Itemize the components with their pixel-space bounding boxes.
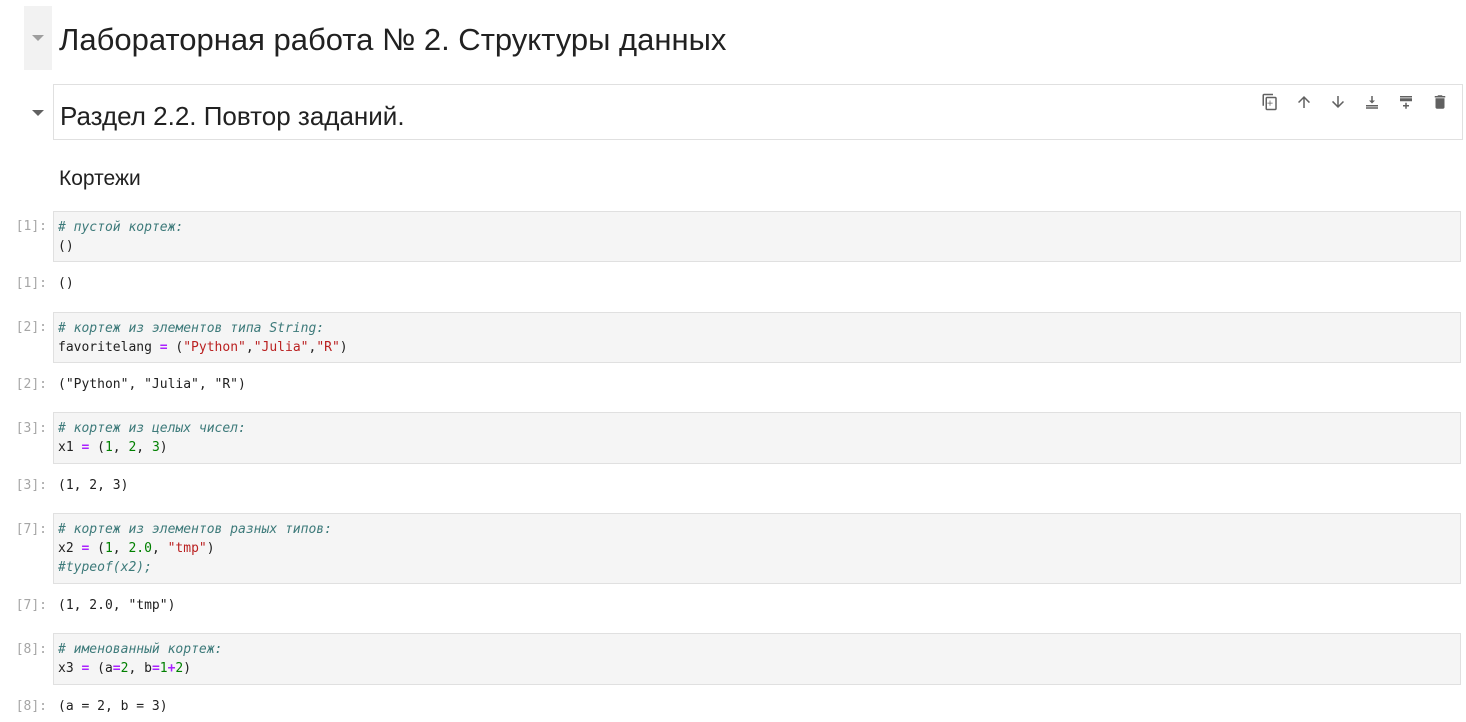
move-cell-down-button[interactable] <box>1328 91 1348 113</box>
duplicate-icon <box>1262 93 1277 111</box>
code-line: favoritelang = ("Python","Julia","R") <box>58 340 348 355</box>
duplicate-cell-button[interactable] <box>1260 91 1280 113</box>
notebook-title: Лабораторная работа № 2. Структуры данны… <box>59 22 727 57</box>
insert-below-icon <box>1366 96 1378 109</box>
code-cell[interactable]: # кортеж из целых чисел: x1 = (1, 2, 3) <box>53 412 1461 464</box>
delete-cell-button[interactable] <box>1430 91 1450 113</box>
code-cell[interactable]: # кортеж из элементов разных типов: x2 =… <box>53 513 1461 584</box>
code-comment: #typeof(x2); <box>58 560 152 575</box>
code-line: x1 = (1, 2, 3) <box>58 440 168 455</box>
caret-down-icon <box>32 110 44 116</box>
arrow-down-icon <box>1332 96 1344 108</box>
code-line: # пустой кортеж: <box>58 218 1456 237</box>
code-comment: # кортеж из элементов типа String: <box>58 321 325 336</box>
insert-cell-below-button[interactable] <box>1362 91 1382 113</box>
cell-output: (1, 2.0, "tmp") <box>58 598 176 613</box>
code-line: () <box>58 239 74 254</box>
output-prompt: [7]: <box>15 598 47 613</box>
section-heading: Раздел 2.2. Повтор заданий. <box>60 101 405 131</box>
cell-output: ("Python", "Julia", "R") <box>58 377 246 392</box>
insert-above-icon <box>1400 96 1412 109</box>
input-prompt: [2]: <box>15 320 47 335</box>
code-comment: # кортеж из элементов разных типов: <box>58 522 332 537</box>
trash-icon <box>1434 95 1446 109</box>
code-cell[interactable]: # кортеж из элементов типа String: favor… <box>53 312 1461 363</box>
output-prompt: [3]: <box>15 478 47 493</box>
output-prompt: [2]: <box>15 377 47 392</box>
cell-output: () <box>58 276 74 291</box>
cell-output: (1, 2, 3) <box>58 478 129 493</box>
input-prompt: [1]: <box>15 219 47 234</box>
insert-cell-above-button[interactable] <box>1396 91 1416 113</box>
code-comment: # кортеж из целых чисел: <box>58 421 246 436</box>
output-prompt: [8]: <box>15 699 47 714</box>
input-prompt: [7]: <box>15 522 47 537</box>
subsection-heading: Кортежи <box>59 167 141 190</box>
code-line: x2 = (1, 2.0, "tmp") <box>58 541 215 556</box>
input-prompt: [3]: <box>15 421 47 436</box>
code-cell[interactable]: # пустой кортеж: () <box>53 211 1461 262</box>
cell-toolbar <box>1260 91 1450 113</box>
cell-output: (a = 2, b = 3) <box>58 699 168 714</box>
input-prompt: [8]: <box>15 642 47 657</box>
section-collapse-toggle[interactable] <box>24 100 52 126</box>
code-line: x3 = (a=2, b=1+2) <box>58 661 192 676</box>
markdown-cell-selected[interactable]: Раздел 2.2. Повтор заданий. <box>53 84 1463 140</box>
output-prompt: [1]: <box>15 276 47 291</box>
code-cell[interactable]: # именованный кортеж: x3 = (a=2, b=1+2) <box>53 633 1461 685</box>
code-comment: # пустой кортеж: <box>58 220 184 235</box>
arrow-up-icon <box>1298 96 1310 108</box>
move-cell-up-button[interactable] <box>1294 91 1314 113</box>
title-collapse-toggle[interactable] <box>24 6 52 70</box>
caret-down-icon <box>32 35 44 41</box>
code-comment: # именованный кортеж: <box>58 642 223 657</box>
